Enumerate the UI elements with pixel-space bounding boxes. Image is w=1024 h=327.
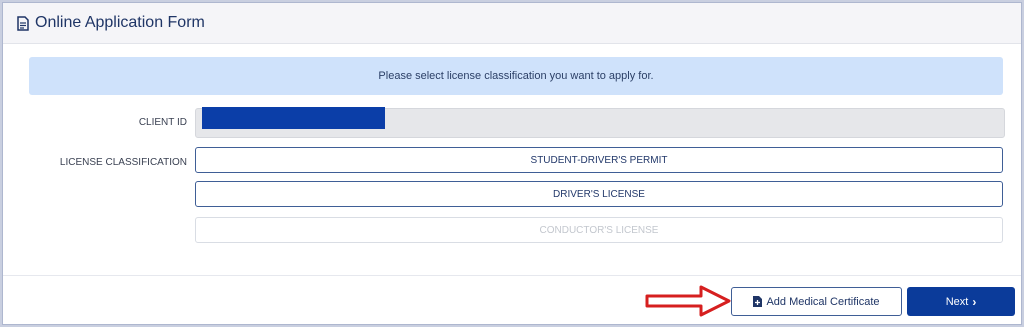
red-arrow-annotation — [645, 285, 731, 317]
option-student-drivers-permit[interactable]: STUDENT-DRIVER'S PERMIT — [195, 147, 1003, 173]
license-classification-label: LICENSE CLASSIFICATION — [59, 157, 187, 168]
add-medical-certificate-label: Add Medical Certificate — [766, 295, 880, 308]
instruction-banner: Please select license classification you… — [29, 57, 1003, 95]
form-header: Online Application Form — [3, 3, 1021, 44]
option-conductors-license: CONDUCTOR'S LICENSE — [195, 217, 1003, 243]
document-icon — [17, 15, 29, 31]
footer-divider — [3, 275, 1021, 276]
next-button[interactable]: Next › — [907, 287, 1015, 316]
application-window: Online Application Form Please select li… — [2, 2, 1022, 325]
next-label: Next — [945, 295, 969, 308]
file-plus-icon — [753, 296, 763, 307]
client-id-redaction — [202, 107, 385, 129]
client-id-label: CLIENT ID — [138, 117, 187, 128]
page-title: Online Application Form — [35, 14, 205, 31]
add-medical-certificate-button[interactable]: Add Medical Certificate — [731, 287, 902, 316]
option-drivers-license[interactable]: DRIVER'S LICENSE — [195, 181, 1003, 207]
redaction-box — [5, 285, 125, 321]
chevron-right-icon: › — [972, 294, 977, 309]
